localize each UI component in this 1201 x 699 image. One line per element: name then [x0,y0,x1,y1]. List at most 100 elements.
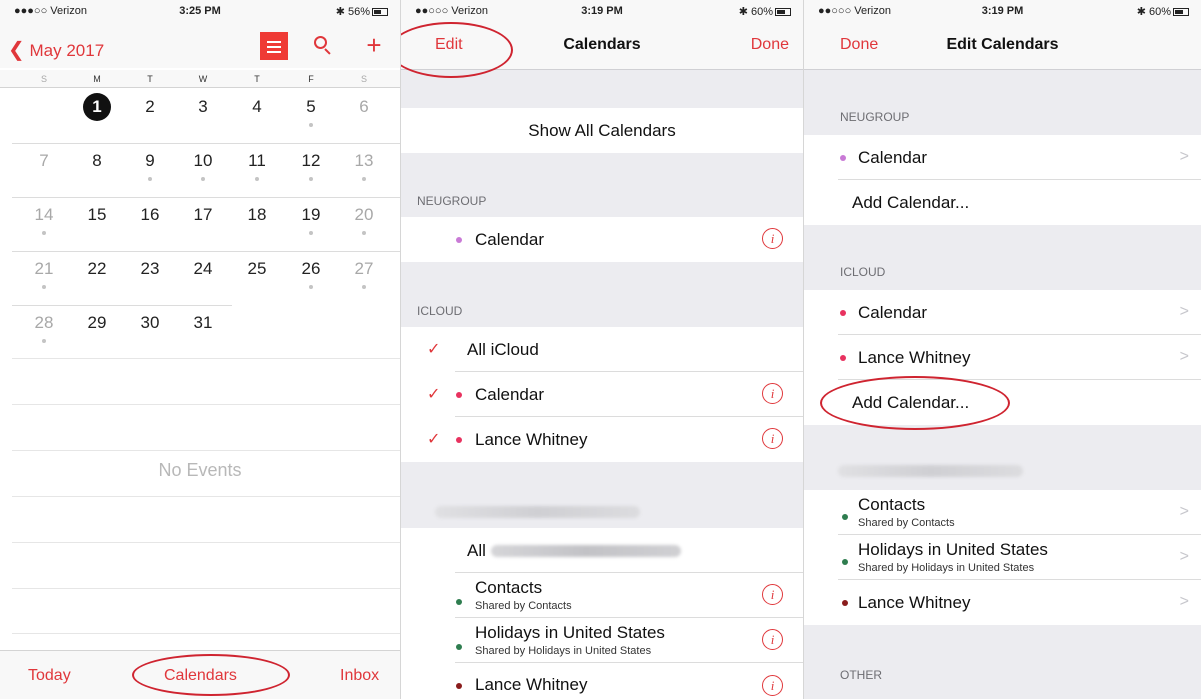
day-cell[interactable]: 27 [344,255,384,289]
day-cell[interactable]: 20 [344,201,384,235]
calendar-color-dot [840,310,846,316]
list-view-icon[interactable] [260,32,288,60]
calendar-row[interactable]: Lance Whitney i [401,663,803,699]
day-cell[interactable]: 22 [77,255,117,283]
weekday-label: W [198,74,208,84]
calendar-row[interactable]: Lance Whitney > [804,580,1201,625]
battery-percent: 56% [347,6,370,18]
day-cell[interactable]: 4 [237,93,277,121]
day-cell[interactable]: 23 [130,255,170,283]
done-button[interactable]: Done [751,36,789,54]
calendar-row[interactable]: Calendar i [401,217,803,262]
calendar-row[interactable]: ✓ Calendar i [401,372,803,417]
day-cell[interactable]: 13 [344,147,384,181]
day-number: 1 [83,93,111,121]
show-all-label: Show All Calendars [528,121,676,140]
info-icon[interactable]: i [762,228,783,249]
day-cell[interactable]: 11 [237,147,277,181]
all-account-row[interactable]: All [401,528,803,573]
day-number: 30 [140,313,160,332]
event-dot [309,177,313,181]
section-header-other: OTHER [840,668,882,682]
day-cell[interactable]: 7 [24,147,64,175]
event-dot [362,285,366,289]
battery-indicator: ✱ 60% [1137,5,1189,18]
day-cell[interactable]: 9 [130,147,170,181]
weekday-label: F [308,74,314,84]
screenshot-collage: ●●●○○ Verizon 3:25 PM ✱ 56% ❮ May 2017 +… [0,0,1201,699]
all-icloud-row[interactable]: ✓ All iCloud [401,327,803,372]
day-cell[interactable]: 16 [130,201,170,229]
calendar-name: Lance Whitney [475,430,588,449]
week-separator [12,305,232,306]
calendar-row[interactable]: Contacts Shared by Contacts i [401,573,803,618]
add-calendar-label: Add Calendar... [852,393,970,412]
add-calendar-button[interactable]: Add Calendar... [804,380,1201,425]
day-cell[interactable]: 8 [77,147,117,175]
add-event-icon[interactable]: + [360,32,388,60]
day-cell[interactable]: 25 [237,255,277,283]
info-icon[interactable]: i [762,428,783,449]
day-cell[interactable]: 31 [183,309,223,337]
month-nav-bar: ❮ May 2017 + [0,22,400,68]
day-cell[interactable]: 6 [344,93,384,121]
back-to-year-button[interactable]: ❮ May 2017 [8,37,104,62]
day-cell-today[interactable]: 1 [77,93,117,121]
calendar-color-dot [842,559,848,565]
all-account-label: All [467,541,486,560]
info-icon[interactable]: i [762,584,783,605]
info-icon[interactable]: i [762,383,783,404]
day-cell[interactable]: 15 [77,201,117,229]
day-cell[interactable]: 5 [291,93,331,127]
day-number: 16 [140,205,160,224]
day-number: 11 [248,151,266,170]
calendar-row[interactable]: Holidays in United States Shared by Holi… [804,535,1201,580]
day-cell[interactable]: 28 [24,309,64,343]
day-cell[interactable]: 19 [291,201,331,235]
calendar-subtitle: Shared by Holidays in United States [858,562,1035,574]
show-all-calendars-button[interactable]: Show All Calendars [401,108,803,153]
calendar-name: Lance Whitney [858,593,971,612]
day-list-line [12,496,400,497]
calendar-row[interactable]: Calendar > [804,290,1201,335]
calendar-name: Calendar [858,148,927,167]
day-cell[interactable]: 18 [237,201,277,229]
add-calendar-button[interactable]: Add Calendar... [804,180,1201,225]
day-number: 13 [354,151,374,170]
event-dot [309,231,313,235]
calendar-name: Calendar [475,230,544,249]
battery-indicator: ✱ 56% [336,5,388,18]
weekday-label: M [93,74,101,84]
calendar-color-dot [840,355,846,361]
search-icon[interactable] [310,32,338,60]
calendar-row[interactable]: ✓ Lance Whitney i [401,417,803,462]
month-label: May 2017 [29,41,105,60]
day-cell[interactable]: 29 [77,309,117,337]
day-cell[interactable]: 21 [24,255,64,289]
day-cell[interactable]: 24 [183,255,223,283]
inbox-button[interactable]: Inbox [340,667,379,685]
calendar-row[interactable]: Holidays in United States Shared by Holi… [401,618,803,663]
day-cell[interactable]: 10 [183,147,223,181]
calendar-row[interactable]: Calendar > [804,135,1201,180]
calendar-row[interactable]: Contacts Shared by Contacts > [804,490,1201,535]
day-cell[interactable]: 2 [130,93,170,121]
day-list-line [12,450,400,451]
day-number: 4 [252,97,262,116]
calendars-button[interactable]: Calendars [164,667,237,685]
calendar-row[interactable]: Lance Whitney > [804,335,1201,380]
info-icon[interactable]: i [762,629,783,650]
today-button[interactable]: Today [28,667,71,685]
nav-bar: Done Edit Calendars [804,22,1201,70]
day-cell[interactable]: 17 [183,201,223,229]
day-cell[interactable]: 26 [291,255,331,289]
day-cell[interactable]: 3 [183,93,223,121]
day-cell[interactable]: 12 [291,147,331,181]
info-icon[interactable]: i [762,675,783,696]
event-dot [42,339,46,343]
month-view-screen: ●●●○○ Verizon 3:25 PM ✱ 56% ❮ May 2017 +… [0,0,400,699]
weekday-label: S [360,74,367,84]
day-number: 26 [301,259,321,278]
day-cell[interactable]: 14 [24,201,64,235]
day-cell[interactable]: 30 [130,309,170,337]
